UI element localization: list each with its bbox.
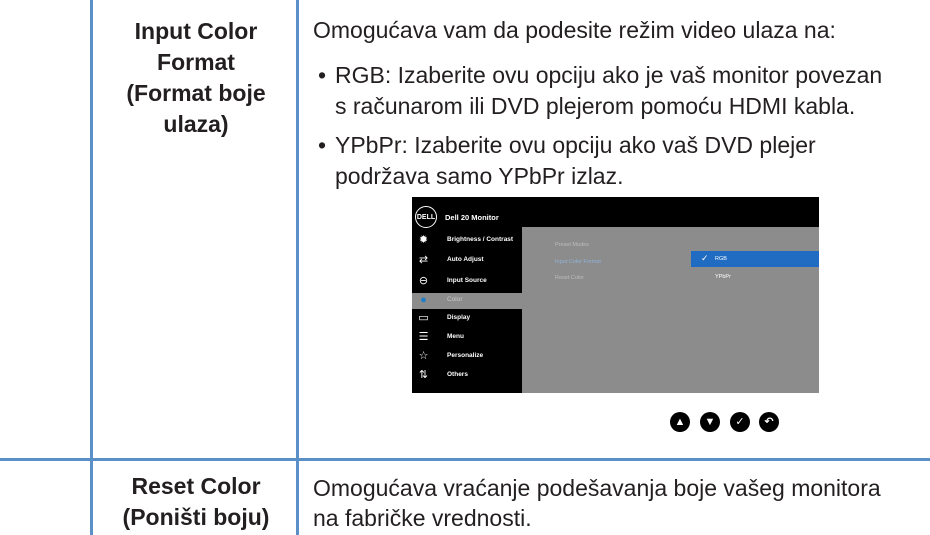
osd-choice-label: YPbPr bbox=[715, 274, 731, 280]
table-border-middle bbox=[296, 0, 299, 535]
term-reset-color: Reset Color (Poništi boju) bbox=[96, 471, 296, 533]
personalize-icon: ☆ bbox=[418, 350, 429, 362]
osd-menu-item-menu[interactable]: ☰ Menu bbox=[412, 330, 522, 346]
bullet-rgb-line: s računarom ili DVD plejerom pomoću HDMI… bbox=[335, 93, 856, 119]
bullet-rgb-line: RGB: Izaberite ovu opciju ako je vaš mon… bbox=[335, 62, 883, 88]
bullet-dot: • bbox=[318, 62, 327, 88]
table-border-left bbox=[90, 0, 93, 535]
osd-menu-label: Input Source bbox=[447, 277, 487, 284]
term-line: Reset Color bbox=[131, 473, 261, 499]
osd-menu-label: Personalize bbox=[447, 352, 484, 359]
reset-color-description: Omogućava vraćanje podešavanja boje vaše… bbox=[313, 473, 881, 533]
menu-icon: ☰ bbox=[418, 331, 429, 343]
term-line: ulaza) bbox=[163, 111, 229, 137]
confirm-check-icon: ✓ bbox=[730, 412, 750, 432]
up-arrow-icon: ▲ bbox=[670, 412, 690, 432]
desc-line: na fabričke vrednosti. bbox=[313, 505, 532, 531]
bullet-ypbpr-line: YPbPr: Izaberite ovu opciju ako vaš DVD … bbox=[335, 132, 816, 158]
osd-submenu-reset-color[interactable]: Reset Color bbox=[555, 275, 584, 281]
bullet-ypbpr-line: podržava samo YPbPr izlaz. bbox=[335, 163, 624, 189]
osd-menu-label: Brightness / Contrast bbox=[447, 236, 514, 243]
osd-menu-label: Auto Adjust bbox=[447, 256, 484, 263]
term-line: (Format boje bbox=[126, 80, 266, 106]
input-source-icon: ⊖ bbox=[418, 275, 429, 287]
display-icon: ▭ bbox=[418, 312, 429, 324]
table-row-divider bbox=[0, 458, 930, 461]
color-icon: ● bbox=[420, 294, 427, 306]
osd-menu-label: Color bbox=[447, 296, 463, 303]
osd-menu-label: Display bbox=[447, 314, 471, 321]
osd-menu-label: Others bbox=[447, 371, 468, 378]
osd-submenu-input-color-format[interactable]: Input Color Format bbox=[555, 259, 601, 265]
osd-choice-rgb[interactable]: ✓ RGB bbox=[691, 251, 819, 267]
osd-choice-label: RGB bbox=[715, 256, 727, 262]
osd-menu-item-color[interactable]: ● Color bbox=[412, 293, 522, 309]
osd-menu-item-input-source[interactable]: ⊖ Input Source bbox=[412, 274, 522, 290]
input-color-format-intro: Omogućava vam da podesite režim video ul… bbox=[313, 17, 836, 43]
osd-menu-item-brightness-contrast[interactable]: ✹ Brightness / Contrast bbox=[412, 233, 522, 249]
osd-menu-label: Menu bbox=[447, 333, 464, 340]
others-icon: ⇅ bbox=[418, 369, 429, 381]
osd-menu-item-display[interactable]: ▭ Display bbox=[412, 311, 522, 327]
osd-menu-item-auto-adjust[interactable]: ⇄ Auto Adjust bbox=[412, 253, 522, 269]
term-line: (Poništi boju) bbox=[122, 504, 270, 530]
osd-header-bar bbox=[522, 197, 819, 227]
check-icon: ✓ bbox=[701, 253, 709, 263]
auto-adjust-icon: ⇄ bbox=[418, 254, 429, 266]
down-arrow-icon: ▼ bbox=[700, 412, 720, 432]
dell-logo: DELL bbox=[415, 206, 437, 228]
term-line: Format bbox=[157, 49, 235, 75]
brightness-icon: ✹ bbox=[418, 234, 429, 246]
desc-line: Omogućava vraćanje podešavanja boje vaše… bbox=[313, 475, 881, 501]
osd-choice-ypbpr[interactable]: YPbPr bbox=[691, 269, 819, 285]
back-return-icon: ↶ bbox=[759, 412, 779, 432]
osd-title: Dell 20 Monitor bbox=[445, 213, 499, 222]
osd-menu-screenshot: DELL Dell 20 Monitor ✹ Brightness / Cont… bbox=[412, 197, 819, 393]
term-line: Input Color bbox=[134, 18, 258, 44]
osd-menu-item-personalize[interactable]: ☆ Personalize bbox=[412, 349, 522, 365]
bullet-dot: • bbox=[318, 132, 327, 158]
term-input-color-format: Input Color Format (Format boje ulaza) bbox=[96, 16, 296, 140]
osd-submenu-preset-modes[interactable]: Preset Modes bbox=[555, 242, 589, 248]
osd-menu-item-others[interactable]: ⇅ Others bbox=[412, 368, 522, 384]
